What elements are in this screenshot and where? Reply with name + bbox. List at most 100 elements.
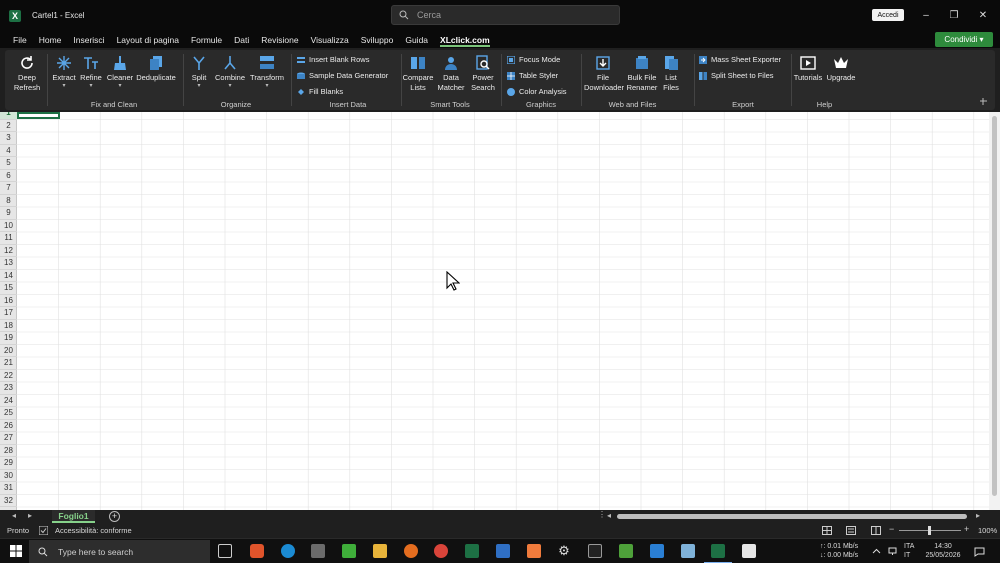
bulk-file-renamer-button[interactable]: Bulk File Renamer	[625, 55, 659, 93]
table-styler-button[interactable]: Table Styler	[507, 71, 558, 80]
edge-browser-icon[interactable]	[281, 544, 295, 558]
row-header[interactable]: 3	[0, 132, 17, 145]
share-button[interactable]: Condividi ▾	[935, 32, 993, 47]
mass-sheet-exporter-button[interactable]: Mass Sheet Exporter	[699, 55, 781, 64]
tab-view[interactable]: Visualizza	[305, 31, 355, 48]
compare-lists-button[interactable]: Compare Lists	[402, 55, 434, 93]
deduplicate-button[interactable]: Deduplicate	[135, 55, 177, 83]
tab-data[interactable]: Dati	[228, 31, 255, 48]
row-header[interactable]: 18	[0, 320, 17, 332]
photos-icon[interactable]	[650, 544, 664, 558]
more-options-icon[interactable]: ⋮	[598, 510, 606, 519]
chevron-up-icon[interactable]	[872, 547, 881, 556]
firefox-icon[interactable]	[404, 544, 418, 558]
refine-button[interactable]: Refine ▾	[79, 55, 103, 89]
upgrade-button[interactable]: Upgrade	[825, 55, 857, 83]
page-break-view-icon[interactable]	[871, 526, 881, 535]
row-header[interactable]: 7	[0, 182, 17, 195]
row-header[interactable]: 30	[0, 470, 17, 482]
task-view-icon[interactable]	[218, 544, 232, 558]
hscroll-right-icon[interactable]: ▸	[976, 511, 980, 520]
app-plane-icon[interactable]	[311, 544, 325, 558]
zoom-in-button[interactable]: +	[964, 524, 969, 534]
insert-blank-rows-button[interactable]: Insert Blank Rows	[297, 55, 369, 64]
row-header[interactable]: 31	[0, 482, 17, 495]
row-header[interactable]: 1	[0, 112, 17, 120]
system-clock[interactable]: 14:30 25/05/2026	[922, 542, 964, 560]
row-header[interactable]: 4	[0, 145, 17, 157]
split-button[interactable]: Split ▾	[187, 55, 211, 89]
page-layout-view-icon[interactable]	[846, 526, 856, 535]
tab-page-layout[interactable]: Layout di pagina	[111, 31, 185, 48]
zoom-level[interactable]: 100%	[978, 526, 997, 535]
add-sheet-button[interactable]: +	[109, 511, 120, 522]
scroll-left-icon[interactable]: ◂	[12, 511, 16, 520]
normal-view-icon[interactable]	[822, 526, 832, 535]
settings-gear-icon[interactable]: ⚙	[557, 544, 571, 558]
row-header[interactable]: 2	[0, 120, 17, 132]
cleaner-button[interactable]: Cleaner ▾	[106, 55, 134, 89]
row-header[interactable]: 21	[0, 357, 17, 370]
document-app-icon[interactable]	[496, 544, 510, 558]
snip-tool-icon[interactable]	[527, 544, 541, 558]
brave-browser-icon[interactable]	[250, 544, 264, 558]
row-header[interactable]: 11	[0, 232, 17, 245]
row-header[interactable]: 22	[0, 370, 17, 382]
tab-home[interactable]: Home	[33, 31, 68, 48]
tab-file[interactable]: File	[7, 31, 33, 48]
close-button[interactable]: ✕	[976, 8, 990, 22]
file-explorer-icon[interactable]	[373, 544, 387, 558]
transform-button[interactable]: Transform ▾	[249, 55, 285, 89]
row-header[interactable]: 10	[0, 220, 17, 232]
row-header[interactable]: 14	[0, 270, 17, 282]
list-files-button[interactable]: List Files	[661, 55, 681, 93]
excel-active-icon[interactable]	[711, 544, 725, 558]
signin-button[interactable]: Accedi	[872, 9, 904, 21]
data-matcher-button[interactable]: Data Matcher	[436, 55, 466, 93]
tab-review[interactable]: Revisione	[255, 31, 304, 48]
camtasia-icon[interactable]	[342, 544, 356, 558]
tab-xlclick[interactable]: XLclick.com	[434, 31, 496, 48]
search-input[interactable]: Cerca	[391, 5, 620, 25]
row-header[interactable]: 25	[0, 407, 17, 420]
row-header[interactable]: 23	[0, 382, 17, 395]
minimize-button[interactable]: –	[919, 8, 933, 22]
tutorials-button[interactable]: Tutorials	[792, 55, 824, 83]
row-header[interactable]: 26	[0, 420, 17, 432]
combine-button[interactable]: Combine ▾	[214, 55, 246, 89]
row-header[interactable]: 19	[0, 332, 17, 345]
tab-help[interactable]: Guida	[399, 31, 434, 48]
row-header[interactable]: 20	[0, 345, 17, 357]
pin-ribbon-icon[interactable]	[979, 97, 988, 106]
worksheet-grid[interactable]: 1 2 3 4 5 6 7 8 9 10 11 12 13 14 15 16 17 18 19 20 21 22 23 24 2…	[0, 112, 1000, 510]
row-header[interactable]: 6	[0, 170, 17, 182]
row-header[interactable]: 17	[0, 307, 17, 320]
row-header[interactable]: 8	[0, 195, 17, 207]
fill-blanks-button[interactable]: Fill Blanks	[297, 87, 343, 96]
horizontal-scrollbar[interactable]	[617, 514, 967, 519]
sample-data-generator-button[interactable]: Sample Data Generator	[297, 71, 388, 80]
chrome-icon[interactable]	[434, 544, 448, 558]
zoom-slider-thumb[interactable]	[928, 526, 931, 535]
row-header[interactable]: 24	[0, 395, 17, 407]
extract-button[interactable]: Extract ▾	[51, 55, 77, 89]
row-header[interactable]: 12	[0, 245, 17, 257]
power-search-button[interactable]: Power Search	[468, 55, 498, 93]
selected-cell-a1[interactable]	[17, 112, 60, 119]
excel-file-icon[interactable]	[465, 544, 479, 558]
sheet-tab-foglio1[interactable]: Foglio1	[52, 510, 95, 523]
tab-developer[interactable]: Sviluppo	[355, 31, 400, 48]
row-header[interactable]: 9	[0, 207, 17, 220]
vertical-scroll-thumb[interactable]	[992, 116, 997, 496]
windows-start-icon[interactable]	[10, 545, 22, 557]
excel-workbook-icon[interactable]	[619, 544, 633, 558]
notifications-icon[interactable]	[974, 547, 985, 557]
row-header[interactable]: 29	[0, 457, 17, 470]
row-header[interactable]: 15	[0, 282, 17, 295]
scroll-right-icon[interactable]: ▸	[28, 511, 32, 520]
row-header[interactable]: 13	[0, 257, 17, 270]
row-header[interactable]: 28	[0, 445, 17, 457]
color-analysis-button[interactable]: Color Analysis	[507, 87, 567, 96]
network-icon[interactable]	[888, 547, 897, 556]
input-language[interactable]: ITA IT	[904, 542, 914, 560]
